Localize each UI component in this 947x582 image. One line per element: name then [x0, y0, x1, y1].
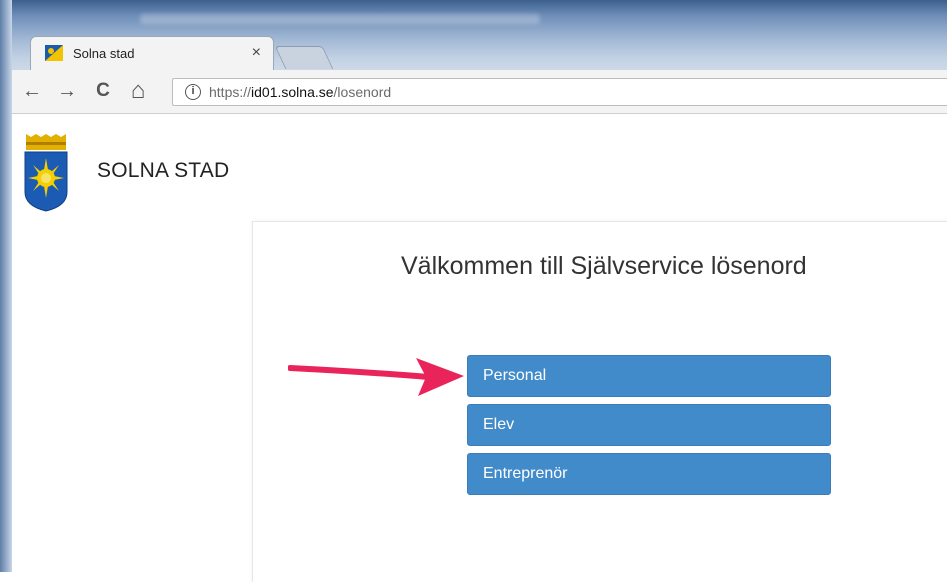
solna-coat-of-arms-icon[interactable] [23, 134, 69, 212]
page-title: Välkommen till Självservice lösenord [401, 252, 807, 280]
red-arrow-annotation [288, 358, 464, 396]
info-icon[interactable]: i [185, 84, 201, 100]
window-title-blur [140, 14, 540, 24]
url-host: id01.solna.se [251, 84, 334, 100]
tab-title: Solna stad [73, 46, 135, 61]
elev-button[interactable]: Elev [467, 404, 831, 446]
url-scheme: https:// [209, 84, 252, 100]
forward-icon[interactable]: → [55, 79, 79, 103]
back-icon[interactable]: ← [20, 79, 44, 103]
solna-favicon-icon [45, 45, 63, 61]
address-bar[interactable]: i https://id01.solna.se/losenord [172, 78, 947, 106]
entreprenor-button[interactable]: Entreprenör [467, 453, 831, 495]
browser-toolbar: ← → C ⌂ i https://id01.solna.se/losenord [12, 70, 947, 114]
url-text: https://id01.solna.se/losenord [209, 84, 391, 100]
tab-solna-stad[interactable]: Solna stad × [30, 36, 274, 70]
url-path: /losenord [333, 84, 392, 100]
home-icon[interactable]: ⌂ [126, 77, 150, 104]
tab-close-icon[interactable]: × [252, 44, 261, 62]
reload-icon[interactable]: C [91, 79, 115, 103]
page-content: SOLNA STAD Välkommen till Självservice l… [12, 114, 947, 582]
site-name: SOLNA STAD [97, 159, 230, 182]
personal-button[interactable]: Personal [467, 355, 831, 397]
new-tab-button[interactable] [274, 46, 334, 69]
window-border [0, 0, 12, 572]
